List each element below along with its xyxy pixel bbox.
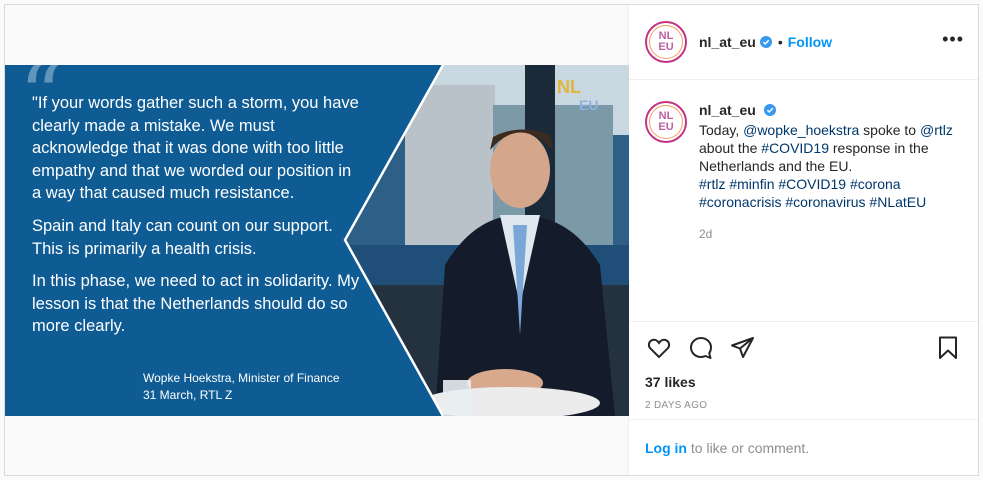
comment-icon[interactable] xyxy=(687,334,715,362)
hashtag-link[interactable]: #NLatEU xyxy=(869,194,926,210)
share-icon[interactable] xyxy=(729,334,757,362)
login-prompt-text: to like or comment. xyxy=(687,440,810,456)
quote-paragraph-1: "If your words gather such a storm, you … xyxy=(32,94,359,203)
post-image[interactable]: “ "If your words gather such a storm, yo… xyxy=(5,65,629,416)
caption-text-part: spoke to xyxy=(859,122,920,138)
nl-eu-watermark-logo: NL EU xyxy=(557,77,609,117)
media-column: “ "If your words gather such a storm, yo… xyxy=(5,5,629,475)
login-prompt: Log in to like or comment. xyxy=(629,419,978,477)
caption-text-part: about the xyxy=(699,140,762,156)
hashtag-link[interactable]: #coronacrisis xyxy=(699,194,781,210)
caption-comment: NL EU nl_at_eu Today, @wopke_hoekstra sp… xyxy=(645,101,965,243)
hashtag-link[interactable]: #minfin xyxy=(729,176,774,192)
comment-body: nl_at_eu Today, @wopke_hoekstra spoke to… xyxy=(699,101,965,243)
quote-paragraph-2: Spain and Italy can count on our support… xyxy=(32,216,333,258)
hashtag-link[interactable]: #COVID19 xyxy=(778,176,846,192)
more-options-icon[interactable]: ••• xyxy=(942,29,964,50)
hashtag-link[interactable]: #corona xyxy=(850,176,901,192)
separator-dot: • xyxy=(777,34,783,50)
comment-avatar-text-nl: NL xyxy=(658,110,674,122)
avatar-logo: NL EU xyxy=(658,31,673,53)
mention-link[interactable]: @wopke_hoekstra xyxy=(743,122,859,138)
avatar-text-nl: NL xyxy=(658,30,674,42)
comment-avatar[interactable]: NL EU xyxy=(645,101,687,143)
attribution-name: Wopke Hoekstra, Minister of Finance xyxy=(143,371,340,385)
post-header: NL EU nl_at_eu • Follow ••• xyxy=(629,5,978,80)
caption-text-part: Today, xyxy=(699,122,744,138)
avatar-text-eu: EU xyxy=(658,41,674,53)
watermark-nl: NL xyxy=(557,77,581,97)
heart-icon[interactable] xyxy=(645,334,673,362)
bookmark-icon[interactable] xyxy=(934,334,962,362)
hashtag-link[interactable]: #coronavirus xyxy=(785,194,865,210)
likes-count[interactable]: 37 likes xyxy=(645,374,962,390)
quote-panel: “ "If your words gather such a storm, yo… xyxy=(5,65,629,416)
comment-avatar-text-eu: EU xyxy=(658,121,674,133)
comment-username[interactable]: nl_at_eu xyxy=(699,101,756,119)
action-buttons xyxy=(645,332,962,364)
hashtag-link[interactable]: #COVID19 xyxy=(761,140,829,156)
caption-text: Today, @wopke_hoekstra spoke to @rtlz ab… xyxy=(699,121,965,175)
login-link[interactable]: Log in xyxy=(645,440,687,456)
post-sidebar: NL EU nl_at_eu • Follow ••• NL EU nl_at_ xyxy=(629,5,978,475)
post-date[interactable]: 2 DAYS AGO xyxy=(645,400,962,411)
verified-badge-icon xyxy=(759,36,772,48)
avatar[interactable]: NL EU xyxy=(645,21,687,63)
quote-attribution: Wopke Hoekstra, Minister of Finance 31 M… xyxy=(143,370,340,404)
post-actions: 37 likes 2 DAYS AGO xyxy=(629,321,978,411)
username-link[interactable]: nl_at_eu xyxy=(699,34,756,50)
hashtag-link[interactable]: #rtlz xyxy=(699,176,725,192)
watermark-eu: EU xyxy=(579,97,599,113)
comment-timestamp[interactable]: 2d xyxy=(699,225,965,243)
attribution-date: 31 March, RTL Z xyxy=(143,388,233,402)
mention-link[interactable]: @rtlz xyxy=(920,122,953,138)
hashtag-list: #rtlz #minfin #COVID19 #corona #coronacr… xyxy=(699,175,965,211)
comment-avatar-logo: NL EU xyxy=(658,111,673,133)
follow-button[interactable]: Follow xyxy=(788,34,832,50)
quote-text: "If your words gather such a storm, you … xyxy=(32,92,362,348)
quote-paragraph-3: In this phase, we need to act in solidar… xyxy=(32,272,360,336)
post-card: “ "If your words gather such a storm, yo… xyxy=(4,4,979,476)
verified-badge-icon xyxy=(763,104,776,116)
